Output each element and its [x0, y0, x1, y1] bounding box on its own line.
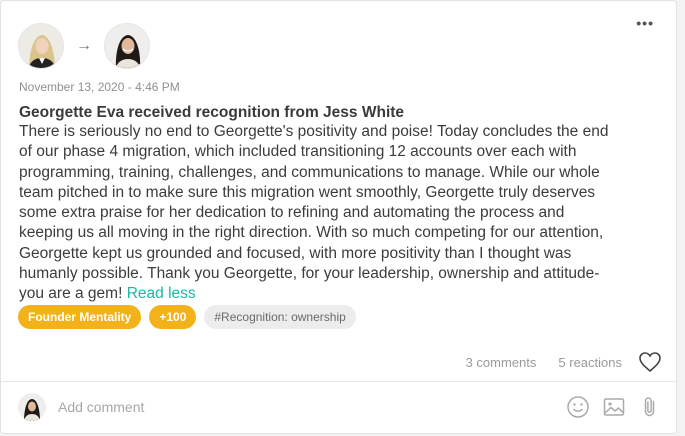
arrow-right-icon: → — [76, 37, 92, 54]
giver-receiver-avatars: → — [18, 23, 150, 69]
tag-list: Founder Mentality +100 #Recognition: own… — [18, 305, 356, 329]
comment-divider — [1, 381, 676, 382]
giver-avatar[interactable] — [18, 23, 64, 69]
comment-composer — [18, 391, 662, 423]
post-body-text: There is seriously no end to Georgette's… — [19, 123, 609, 303]
post-content: Georgette Eva received recognition from … — [19, 103, 664, 305]
reactions-count-link[interactable]: 5 reactions — [558, 355, 622, 370]
hashtag-chip[interactable]: #Recognition: ownership — [204, 305, 356, 329]
attachment-icon[interactable] — [638, 395, 662, 419]
add-comment-input[interactable] — [56, 398, 554, 416]
heart-icon[interactable] — [638, 351, 662, 373]
post-timestamp: November 13, 2020 - 4:46 PM — [19, 80, 180, 94]
value-badge[interactable]: Founder Mentality — [18, 305, 142, 329]
recognition-post-card: ••• → November 13, 2020 - 4:46 PM George — [0, 0, 677, 434]
read-less-link[interactable]: Read less — [127, 285, 196, 302]
current-user-avatar — [18, 393, 46, 421]
comments-count-link[interactable]: 3 comments — [466, 355, 537, 370]
post-body: There is seriously no end to Georgette's… — [19, 122, 664, 305]
points-badge: +100 — [149, 305, 197, 329]
post-title: Georgette Eva received recognition from … — [19, 104, 405, 121]
post-stats: 3 comments 5 reactions — [466, 351, 662, 373]
image-icon[interactable] — [602, 395, 626, 419]
emoji-icon[interactable] — [566, 395, 590, 419]
more-options-icon[interactable]: ••• — [636, 15, 654, 31]
receiver-avatar[interactable] — [104, 23, 150, 69]
